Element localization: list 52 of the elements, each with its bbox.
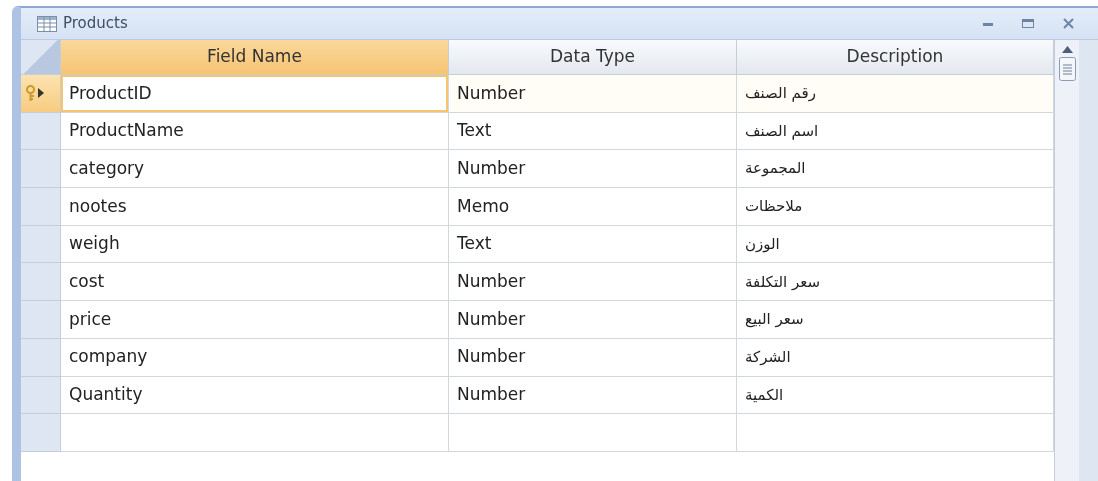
- table-cell[interactable]: category: [61, 150, 449, 189]
- scrollbar[interactable]: [1054, 40, 1079, 481]
- column-header[interactable]: Data Type: [449, 40, 737, 75]
- table-cell[interactable]: ProductID: [61, 75, 449, 113]
- row-selector[interactable]: [21, 414, 61, 452]
- table-cell[interactable]: سعر التكلفة: [737, 263, 1054, 302]
- table-cell[interactable]: cost: [61, 263, 449, 302]
- row-selector[interactable]: [21, 112, 61, 151]
- row-selector[interactable]: [21, 75, 61, 113]
- table-cell[interactable]: ProductName: [61, 112, 449, 151]
- table-cell[interactable]: الشركة: [737, 338, 1054, 377]
- table-cell[interactable]: رقم الصنف: [737, 75, 1054, 113]
- minimize-icon: [983, 21, 993, 26]
- table-cell[interactable]: المجموعة: [737, 150, 1054, 189]
- close-icon: [1062, 18, 1074, 29]
- table-icon: [37, 15, 57, 32]
- column-header[interactable]: Description: [737, 40, 1054, 75]
- column-header[interactable]: Field Name: [61, 40, 449, 75]
- table-cell[interactable]: اسم الصنف: [737, 112, 1054, 151]
- table-cell[interactable]: Text: [449, 225, 737, 264]
- empty-cell[interactable]: [737, 414, 1054, 452]
- row-selector[interactable]: [21, 150, 61, 189]
- row-selector[interactable]: [21, 301, 61, 339]
- table-cell[interactable]: ملاحظات: [737, 188, 1054, 226]
- table-cell[interactable]: الكمية: [737, 376, 1054, 415]
- table-cell[interactable]: Number: [449, 263, 737, 302]
- scroll-thumb[interactable]: [1058, 57, 1076, 81]
- current-row-arrow-icon: [38, 88, 44, 99]
- maximize-icon: [1022, 19, 1034, 28]
- row-selector[interactable]: [21, 263, 61, 302]
- row-selector[interactable]: [21, 338, 61, 377]
- table-cell[interactable]: الوزن: [737, 225, 1054, 264]
- select-all-corner[interactable]: [21, 40, 61, 75]
- table-cell[interactable]: Number: [449, 75, 737, 113]
- table-cell[interactable]: Number: [449, 338, 737, 377]
- table-cell[interactable]: Memo: [449, 188, 737, 226]
- row-selector[interactable]: [21, 376, 61, 415]
- row-selector[interactable]: [21, 225, 61, 264]
- table-cell[interactable]: Number: [449, 301, 737, 339]
- empty-cell[interactable]: [449, 414, 737, 452]
- table-cell[interactable]: weigh: [61, 225, 449, 264]
- window-title: Products: [63, 13, 128, 35]
- table-cell[interactable]: price: [61, 301, 449, 339]
- table-cell[interactable]: Number: [449, 150, 737, 189]
- table-cell[interactable]: Quantity: [61, 376, 449, 415]
- table-cell[interactable]: Text: [449, 112, 737, 151]
- table-cell[interactable]: nootes: [61, 188, 449, 226]
- table-cell[interactable]: company: [61, 338, 449, 377]
- scroll-up-icon: [1061, 46, 1073, 53]
- table-cell[interactable]: Number: [449, 376, 737, 415]
- row-selector[interactable]: [21, 188, 61, 226]
- table-cell[interactable]: سعر البيع: [737, 301, 1054, 339]
